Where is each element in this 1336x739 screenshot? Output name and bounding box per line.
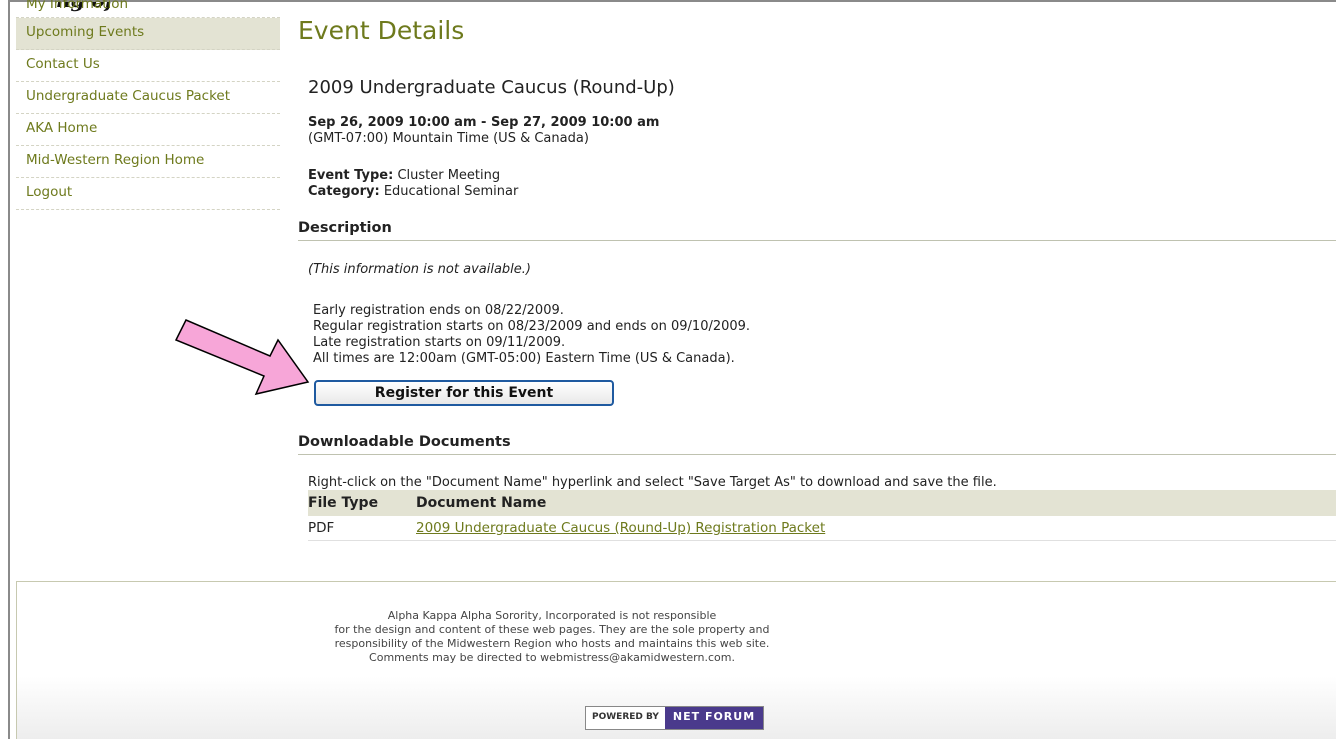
powered-by-netforum-badge[interactable]: POWERED BY NET FORUM — [585, 706, 765, 730]
netforum-logo: NET FORUM — [664, 707, 764, 729]
sidebar-item-my-information[interactable]: My Information — [16, 0, 280, 18]
registration-info: Early registration ends on 08/22/2009. R… — [313, 303, 750, 367]
column-file-type: File Type — [308, 490, 416, 516]
sidebar-item-logout[interactable]: Logout — [16, 178, 280, 210]
event-type: Event Type: Cluster Meeting — [308, 168, 500, 183]
event-name: 2009 Undergraduate Caucus (Round-Up) — [308, 77, 675, 98]
sidebar-item-undergraduate-caucus-packet[interactable]: Undergraduate Caucus Packet — [16, 82, 280, 114]
sidebar-item-upcoming-events[interactable]: Upcoming Events — [16, 18, 280, 50]
documents-hint: Right-click on the "Document Name" hyper… — [308, 475, 997, 490]
documents-table: File Type Document Name PDF 2009 Undergr… — [308, 490, 1336, 541]
table-row: PDF 2009 Undergraduate Caucus (Round-Up)… — [308, 516, 1336, 541]
footer-line: for the design and content of these web … — [334, 623, 770, 636]
footer-line: responsibility of the Midwestern Region … — [334, 637, 770, 650]
event-type-value: Cluster Meeting — [397, 168, 501, 183]
powered-by-label: POWERED BY — [586, 707, 665, 729]
registration-line: Regular registration starts on 08/23/200… — [313, 319, 751, 334]
footer-disclaimer: Alpha Kappa Alpha Sorority, Incorporated… — [17, 609, 1087, 665]
documents-heading: Downloadable Documents — [298, 434, 1336, 455]
document-link[interactable]: 2009 Undergraduate Caucus (Round-Up) Reg… — [416, 520, 825, 536]
table-header-row: File Type Document Name — [308, 490, 1336, 516]
footer-line: Comments may be directed to webmistress@… — [369, 651, 735, 664]
register-button[interactable]: Register for this Event — [314, 380, 614, 406]
sidebar: My Information Upcoming Events Contact U… — [16, 0, 280, 210]
page-title: Event Details — [298, 16, 465, 45]
column-document-name: Document Name — [416, 490, 1336, 516]
pink-arrow-icon — [174, 319, 310, 396]
footer-line: Alpha Kappa Alpha Sorority, Incorporated… — [387, 609, 717, 622]
event-type-label: Event Type: — [308, 168, 394, 183]
event-category: Category: Educational Seminar — [308, 184, 518, 199]
sidebar-item-mid-western-region-home[interactable]: Mid-Western Region Home — [16, 146, 280, 178]
sidebar-item-contact-us[interactable]: Contact Us — [16, 50, 280, 82]
event-dates: Sep 26, 2009 10:00 am - Sep 27, 2009 10:… — [308, 115, 660, 130]
description-heading: Description — [298, 220, 1336, 241]
description-text: (This information is not available.) — [308, 262, 531, 277]
registration-line: Late registration starts on 09/11/2009. — [313, 335, 566, 350]
sidebar-item-aka-home[interactable]: AKA Home — [16, 114, 280, 146]
document-name-cell: 2009 Undergraduate Caucus (Round-Up) Reg… — [416, 516, 1336, 541]
event-timezone: (GMT-07:00) Mountain Time (US & Canada) — [308, 131, 589, 146]
registration-line: Early registration ends on 08/22/2009. — [313, 303, 564, 318]
category-value: Educational Seminar — [383, 184, 519, 199]
footer: Alpha Kappa Alpha Sorority, Incorporated… — [16, 581, 1336, 739]
file-type-cell: PDF — [308, 516, 416, 541]
category-label: Category: — [308, 184, 380, 199]
registration-line: All times are 12:00am (GMT-05:00) Easter… — [313, 351, 735, 366]
